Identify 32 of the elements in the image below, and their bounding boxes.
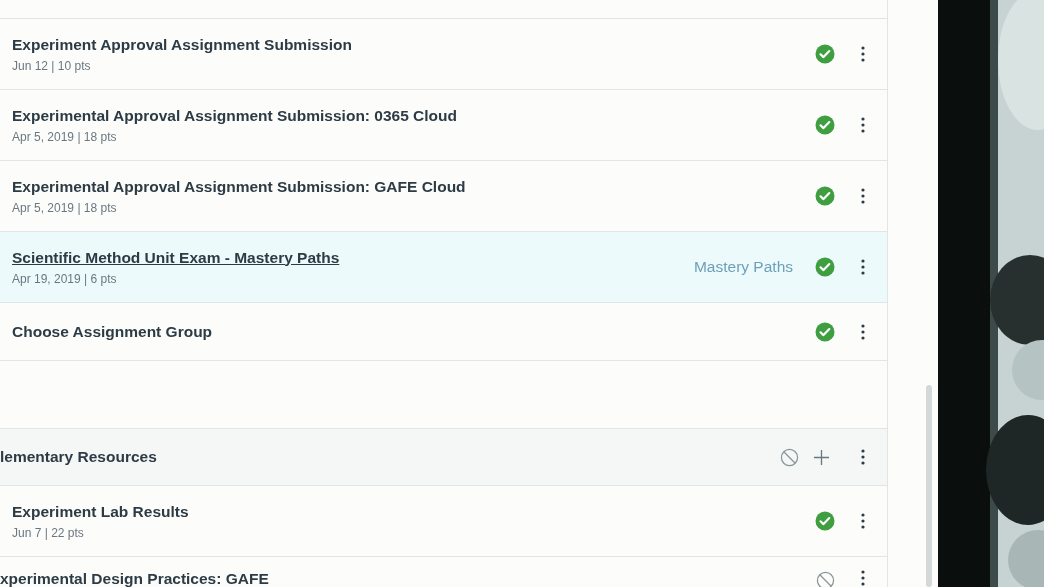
due-date-points: Apr 5, 2019 | 18 pts xyxy=(12,200,117,215)
assignment-link[interactable]: Experiment Lab Results xyxy=(12,502,189,521)
unpublished-icon[interactable] xyxy=(815,570,835,587)
unpublished-icon[interactable] xyxy=(780,447,799,467)
more-options-icon[interactable] xyxy=(861,117,865,133)
scrollbar[interactable] xyxy=(926,385,932,587)
assignment-link[interactable]: Experimental Approval Assignment Submission: GAFE Cloud xyxy=(12,177,466,196)
more-options-icon[interactable] xyxy=(861,449,865,465)
published-check-icon[interactable] xyxy=(815,257,835,277)
due-date-points: Jun 12 | 10 pts xyxy=(12,58,91,73)
due-date-points: Jun 7 | 22 pts xyxy=(12,525,84,540)
add-icon[interactable] xyxy=(813,448,830,466)
module-header[interactable]: lementary Resources xyxy=(0,428,887,486)
published-check-icon[interactable] xyxy=(815,321,835,342)
due-date-points: Apr 19, 2019 | 6 pts xyxy=(12,271,117,286)
published-check-icon[interactable] xyxy=(815,44,835,64)
more-options-icon[interactable] xyxy=(861,323,865,340)
assignment-link[interactable]: xperimental Design Practices: GAFE xyxy=(0,570,269,587)
published-check-icon[interactable] xyxy=(815,115,835,135)
more-options-icon[interactable] xyxy=(861,570,865,586)
due-date-points: Apr 5, 2019 | 18 pts xyxy=(12,129,117,144)
more-options-icon[interactable] xyxy=(861,46,865,62)
assignment-link[interactable]: Scientific Method Unit Exam - Mastery Paths xyxy=(12,248,340,267)
assignment-link[interactable]: Choose Assignment Group xyxy=(12,322,213,341)
more-options-icon[interactable] xyxy=(861,259,865,275)
more-options-icon[interactable] xyxy=(861,513,865,529)
assignment-link[interactable]: Experimental Approval Assignment Submission: 0365 Cloud xyxy=(12,106,457,125)
assignment-link[interactable]: Experiment Approval Assignment Submission xyxy=(12,35,352,54)
module-title: lementary Resources xyxy=(0,448,158,466)
more-options-icon[interactable] xyxy=(861,188,865,204)
published-check-icon[interactable] xyxy=(815,186,835,206)
published-check-icon[interactable] xyxy=(815,511,835,531)
